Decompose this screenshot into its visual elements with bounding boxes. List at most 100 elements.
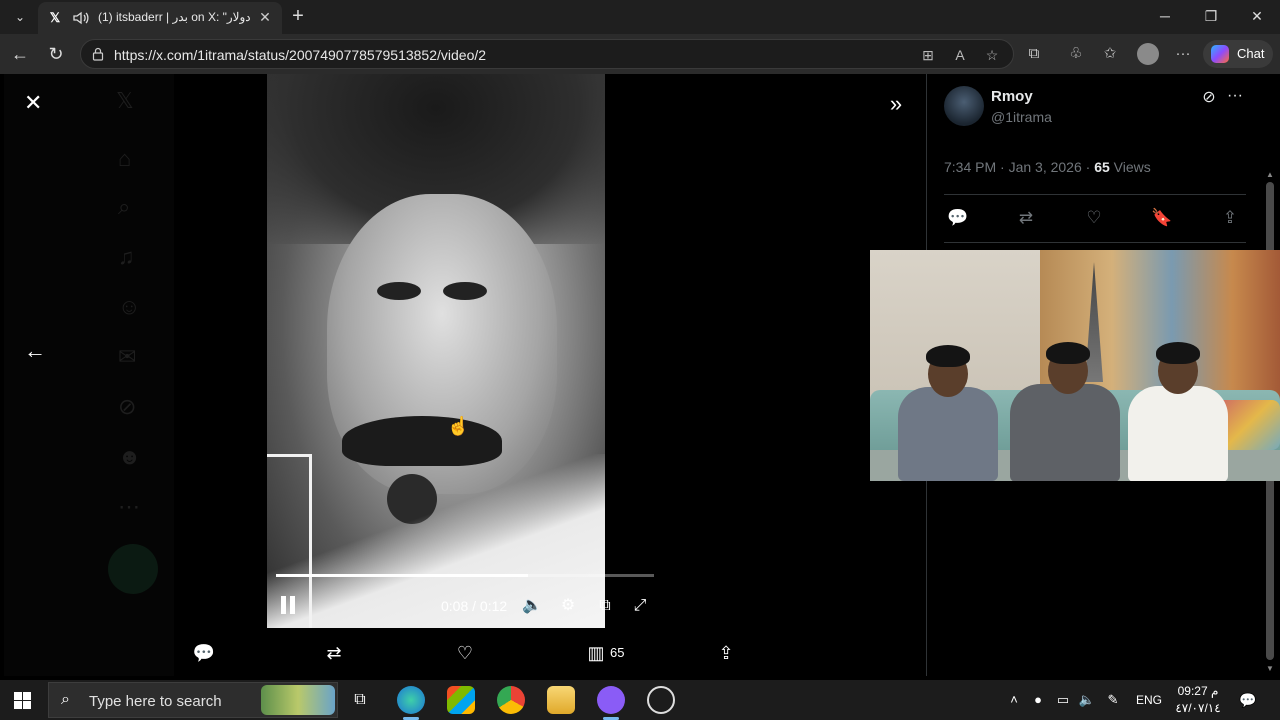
favorite-star-icon[interactable]: ☆ — [982, 45, 1002, 65]
post-more-icon[interactable]: ··· — [1224, 86, 1246, 106]
video-frame-eye-right — [443, 282, 487, 300]
views-count: 65 — [610, 645, 625, 660]
divider — [944, 194, 1246, 195]
edge-browser-icon[interactable] — [397, 686, 425, 714]
views-chart-icon[interactable]: ▥ — [584, 641, 608, 665]
pen-icon[interactable]: ✎ — [1104, 692, 1122, 708]
like-icon[interactable]: ♡ — [453, 641, 477, 665]
new-tab-icon[interactable]: + — [286, 4, 310, 28]
author-avatar[interactable] — [944, 86, 984, 126]
explore-nav-icon: ⌕ — [118, 194, 131, 219]
previous-media-icon[interactable]: ← — [24, 339, 46, 363]
mouse-cursor-icon: ☝ — [447, 416, 470, 436]
repost-icon[interactable]: ⇄ — [1015, 207, 1037, 229]
video-frame-eye-left — [377, 282, 421, 300]
video-player[interactable]: ☝ — [267, 74, 605, 628]
messages-nav-icon: ✉ — [118, 344, 137, 369]
x-home-logo-icon: 𝕏 — [116, 88, 134, 113]
show-hidden-icons-icon[interactable]: ˄ — [1006, 692, 1022, 708]
clock-time: 09:27 م — [1177, 684, 1219, 698]
taskbar-search-box[interactable]: ⌕ Type here to search — [48, 682, 338, 718]
chrome-icon[interactable] — [497, 686, 525, 714]
video-progress-bar[interactable] — [276, 574, 654, 577]
search-highlight-image — [261, 685, 335, 715]
video-frame-shirt — [267, 454, 605, 628]
author-name[interactable]: Rmoy — [991, 88, 1033, 105]
app-available-icon[interactable]: ⊞ — [918, 45, 938, 65]
like-icon[interactable]: ♡ — [1083, 207, 1105, 229]
collapse-panel-icon[interactable]: » — [884, 92, 908, 116]
picture-in-picture-video[interactable] — [870, 250, 1280, 481]
read-aloud-icon[interactable]: A — [950, 45, 970, 65]
share-icon[interactable]: ⇪ — [1219, 207, 1241, 229]
pause-icon[interactable] — [281, 596, 297, 616]
video-progress-fill — [276, 574, 529, 577]
speaker-icon[interactable] — [72, 9, 90, 27]
volume-tray-icon[interactable]: 🔈 — [1078, 692, 1096, 708]
more-options-icon[interactable]: ··· — [1172, 43, 1194, 65]
home-nav-icon: ⌂ — [118, 146, 132, 171]
site-info-icon[interactable] — [91, 47, 105, 61]
refresh-icon[interactable]: ↻ — [44, 42, 68, 66]
favorites-icon[interactable]: ✩ — [1099, 43, 1121, 65]
task-view-icon[interactable]: ⧉ — [348, 692, 372, 708]
bookmark-icon[interactable]: 🔖 — [1151, 207, 1173, 229]
search-placeholder: Type here to search — [89, 693, 222, 710]
volume-icon[interactable]: 🔈 — [522, 596, 542, 616]
extensions-icon[interactable]: ⧉ — [1023, 43, 1045, 65]
network-icon[interactable]: ▭ — [1054, 692, 1072, 708]
speedtest-app-icon[interactable] — [647, 686, 675, 714]
video-time: 0:08 / 0:12 — [441, 598, 508, 614]
divider — [944, 242, 1246, 243]
browser-essentials-icon[interactable]: ♧ — [1065, 43, 1087, 65]
x-logo-icon: 𝕏 — [49, 10, 61, 25]
microsoft-store-icon[interactable] — [447, 686, 475, 714]
tab-title: (1) itsbaderr | بدر on X: "دولار — [98, 10, 250, 24]
window-close-icon[interactable]: ✕ — [1234, 0, 1280, 32]
copilot-logo-icon — [1211, 45, 1229, 63]
notifications-nav-icon: ♫ — [118, 244, 135, 269]
taskbar-clock[interactable]: 09:27 م ٤٧/٠٧/١٤ — [1170, 683, 1226, 717]
notifications-icon[interactable]: 💬 — [1238, 690, 1258, 710]
copilot-chat-button[interactable]: Chat — [1203, 40, 1273, 68]
dimmed-sidebar: 𝕏 ⌂ ⌕ ♫ ☺ ✉ ⊘ ☻ ⋯ — [4, 74, 174, 676]
restore-icon[interactable]: ❐ — [1188, 0, 1234, 32]
profile-avatar[interactable] — [1137, 43, 1159, 65]
people-nav-icon: ☺ — [118, 294, 141, 319]
browser-tab-bar: ⌄ 𝕏 (1) itsbaderr | بدر on X: "دولار ✕ +… — [0, 0, 1280, 34]
post-views-number: 65 — [1094, 159, 1110, 175]
windows-start-icon[interactable] — [14, 692, 31, 709]
post-meta: 7:34 PM · Jan 3, 2026 · 65 Views — [944, 159, 1151, 175]
post-timestamp[interactable]: 7:34 PM · Jan 3, 2026 · — [944, 159, 1094, 175]
reply-icon[interactable]: 💬 — [947, 207, 969, 229]
settings-gear-icon[interactable]: ⚙ — [558, 596, 578, 616]
minimize-icon[interactable]: ─ — [1142, 0, 1188, 32]
clock-date: ٤٧/٠٧/١٤ — [1175, 701, 1221, 715]
address-bar[interactable]: https://x.com/1itrama/status/20074907785… — [80, 39, 1014, 69]
close-viewer-icon[interactable]: ✕ — [24, 92, 44, 114]
reply-icon[interactable]: 💬 — [192, 641, 216, 665]
chat-label: Chat — [1237, 46, 1265, 61]
tab-close-icon[interactable]: ✕ — [256, 8, 274, 26]
file-explorer-icon[interactable] — [547, 686, 575, 714]
scroll-down-icon[interactable]: ▼ — [1265, 664, 1275, 674]
tab-actions-menu-icon[interactable]: ⌄ — [8, 6, 32, 28]
discord-like-app-icon[interactable] — [597, 686, 625, 714]
browser-toolbar: ← ↻ https://x.com/1itrama/status/2007490… — [0, 34, 1280, 74]
language-indicator[interactable]: ENG — [1134, 692, 1164, 708]
grok-nav-icon: ⊘ — [118, 394, 137, 419]
post-compose-icon — [108, 544, 158, 594]
pip-toggle-icon[interactable]: ⧉ — [595, 596, 615, 616]
microphone-icon[interactable]: ● — [1030, 692, 1046, 708]
repost-icon[interactable]: ⇄ — [322, 641, 346, 665]
share-icon[interactable]: ⇪ — [714, 641, 738, 665]
browser-tab-active[interactable]: 𝕏 (1) itsbaderr | بدر on X: "دولار ✕ — [38, 2, 282, 34]
post-views-label: Views — [1109, 159, 1151, 175]
windows-taskbar: ⌕ Type here to search ⧉ ˄ ● ▭ 🔈 ✎ ENG 09… — [0, 680, 1280, 720]
back-icon[interactable]: ← — [8, 42, 32, 66]
scroll-up-icon[interactable]: ▲ — [1265, 170, 1275, 180]
fullscreen-icon[interactable]: ⤢ — [630, 596, 650, 616]
search-icon: ⌕ — [61, 691, 70, 708]
grok-icon[interactable]: ⊘ — [1199, 88, 1219, 108]
author-handle[interactable]: @1itrama — [991, 109, 1052, 125]
